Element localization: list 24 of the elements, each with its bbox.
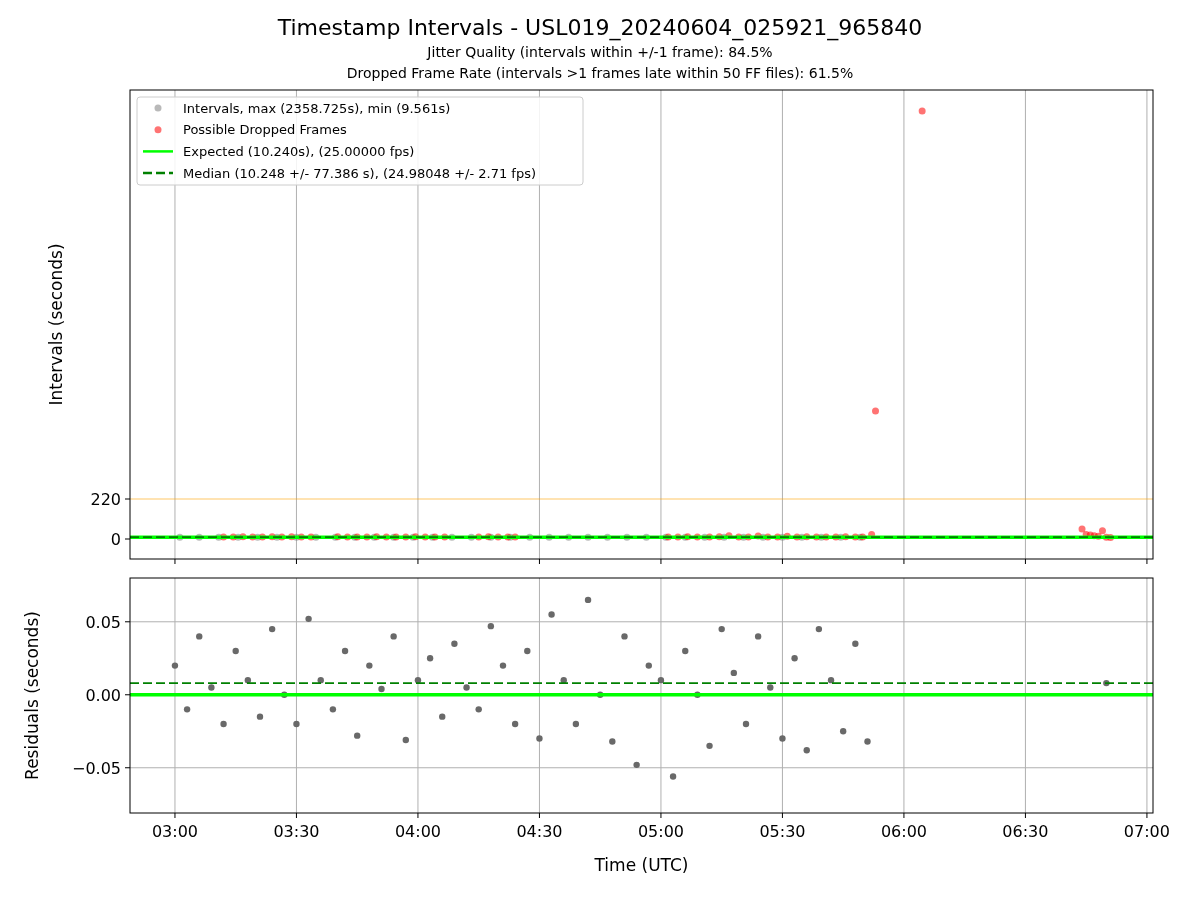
figure-subtitle: Jitter Quality (intervals within +/-1 frame): 84.5% bbox=[427, 43, 773, 62]
x-tick-label: 07:00 bbox=[1123, 822, 1170, 841]
legend-label: Median (10.248 +/- 77.386 s), (24.98048 +/- 2.71 fps) bbox=[183, 165, 536, 181]
y-axis-label: Residuals (seconds) bbox=[22, 611, 42, 780]
x-tick-label: 03:30 bbox=[273, 822, 320, 841]
x-tick-label: 04:00 bbox=[394, 822, 441, 841]
legend-label: Expected (10.240s), (25.00000 fps) bbox=[183, 143, 415, 159]
y-tick-label: 0 bbox=[110, 530, 121, 549]
y-tick-label: 220 bbox=[90, 490, 121, 509]
x-tick-label: 03:00 bbox=[151, 822, 198, 841]
x-tick-label: 05:00 bbox=[637, 822, 684, 841]
y-axis-label: Intervals (seconds) bbox=[46, 243, 66, 406]
figure-title: Timestamp Intervals - USL019_20240604_025921_965840 bbox=[277, 14, 923, 42]
y-tick-label: −0.05 bbox=[71, 758, 121, 778]
x-axis-label: Time (UTC) bbox=[594, 855, 689, 875]
legend-label: Possible Dropped Frames bbox=[183, 122, 347, 138]
x-tick-label: 06:00 bbox=[880, 822, 927, 841]
x-tick-label: 04:30 bbox=[516, 822, 563, 841]
y-tick-label: 0.05 bbox=[85, 612, 121, 632]
y-tick-label: 0.00 bbox=[85, 685, 121, 705]
legend-label: Intervals, max (2358.725s), min (9.561s) bbox=[183, 100, 451, 116]
x-tick-label: 06:30 bbox=[1002, 822, 1049, 841]
x-tick-label: 05:30 bbox=[759, 822, 806, 841]
figure-subtitle: Dropped Frame Rate (intervals >1 frames late within 50 FF files): 61.5% bbox=[346, 64, 854, 83]
